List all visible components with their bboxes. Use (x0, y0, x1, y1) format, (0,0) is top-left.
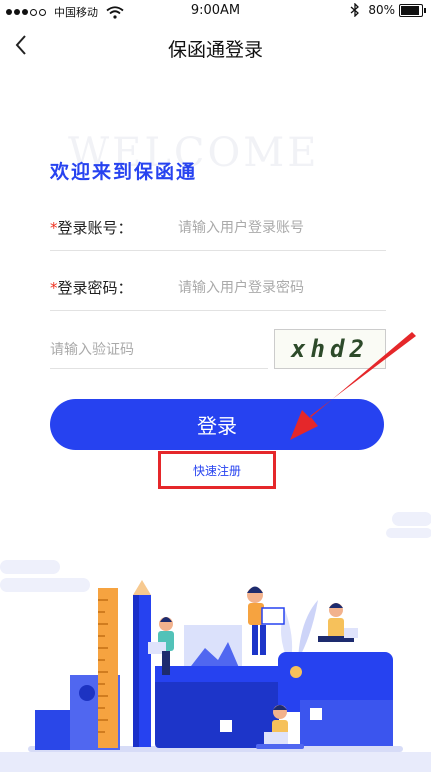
office-illustration (0, 512, 431, 772)
battery-icon (399, 3, 426, 17)
battery-percent: 80% (368, 3, 395, 17)
password-input[interactable]: 请输入用户登录密码 (178, 277, 304, 297)
account-label: *登录账号： (50, 219, 133, 237)
welcome-heading: 欢迎来到保函通 (50, 161, 198, 183)
password-field[interactable]: *登录密码： 请输入用户登录密码 (50, 266, 386, 311)
account-field[interactable]: *登录账号： 请输入用户登录账号 (50, 206, 386, 251)
register-link[interactable]: 快速注册 (158, 462, 276, 479)
account-input[interactable]: 请输入用户登录账号 (178, 217, 304, 237)
page-title: 保函通登录 (167, 39, 263, 61)
bluetooth-icon (350, 3, 360, 17)
password-label: *登录密码： (50, 279, 133, 297)
status-bar: 中国移动 9:00AM 80% (0, 0, 431, 22)
nav-bar: 保函通登录 (0, 22, 431, 72)
captcha-input[interactable]: 请输入验证码 (50, 328, 268, 369)
annotation-arrow-icon (290, 332, 416, 440)
captcha-placeholder: 请输入验证码 (50, 342, 134, 358)
